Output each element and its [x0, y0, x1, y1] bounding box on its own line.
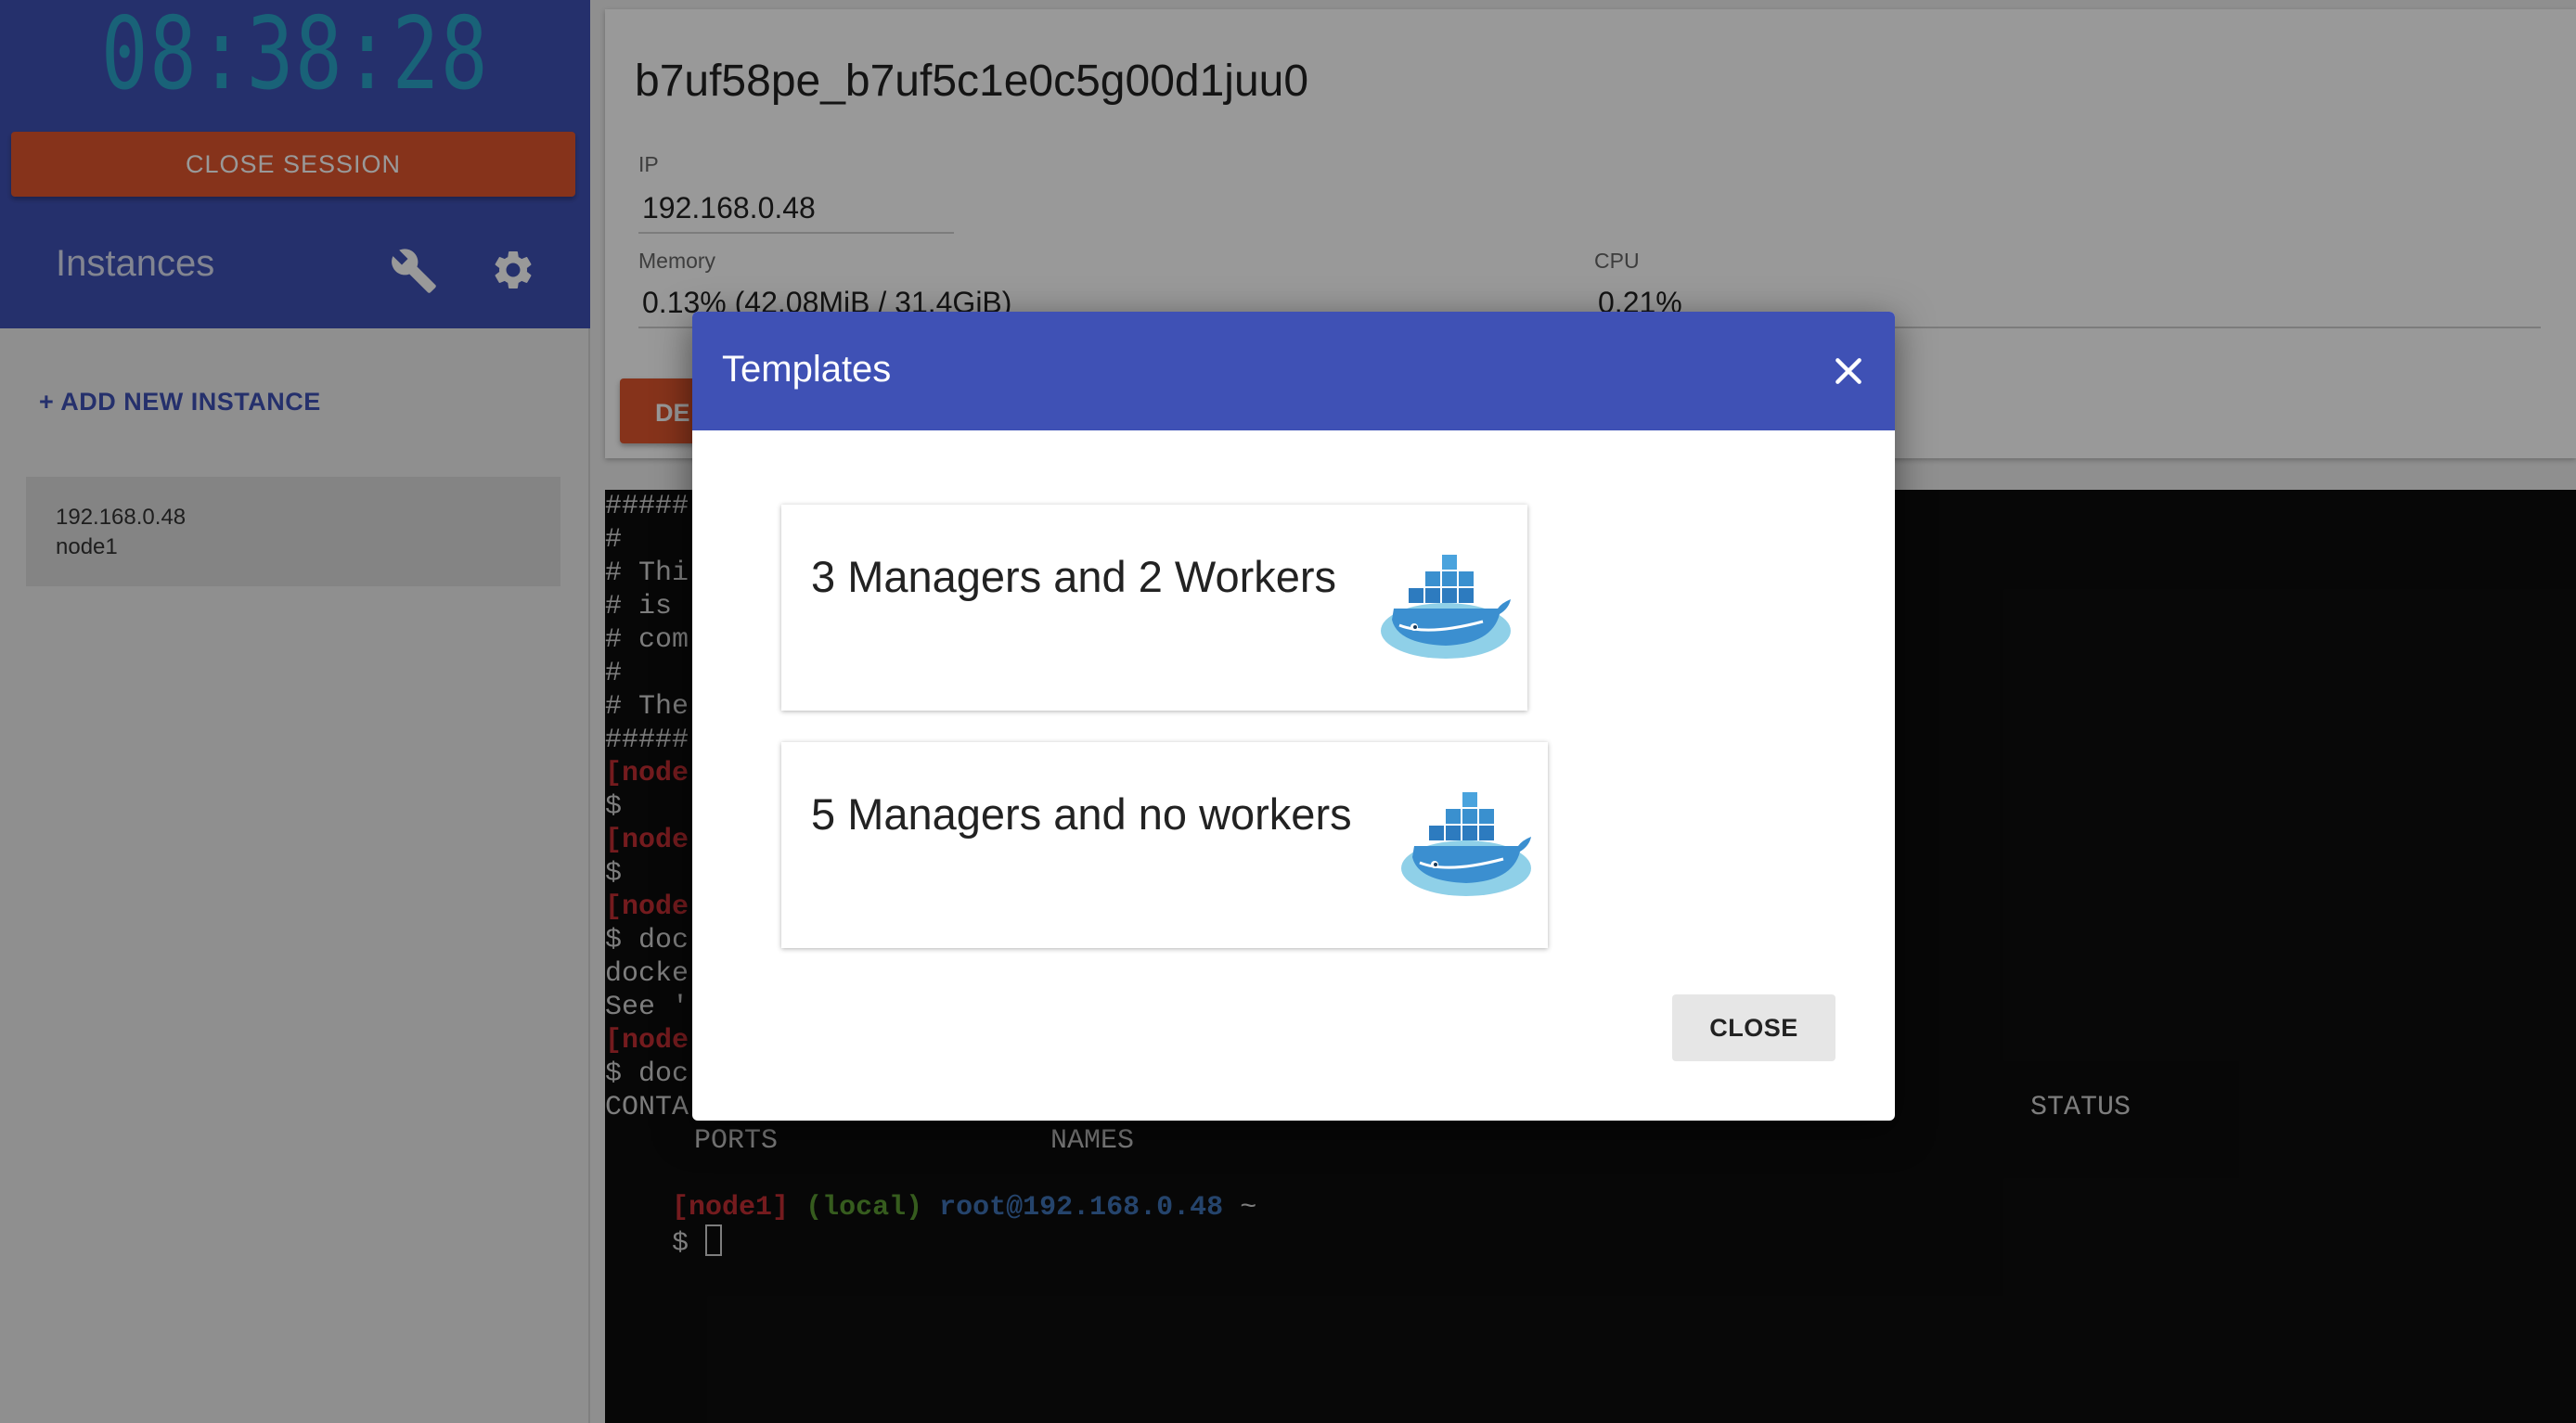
docker-logo-icon: [1401, 792, 1531, 896]
docker-logo-icon: [1381, 555, 1511, 659]
templates-dialog: Templates 3 Managers and 2 Workers 5 Man…: [692, 312, 1895, 1121]
template-option-5m0w[interactable]: 5 Managers and no workers: [781, 742, 1548, 948]
template-label: 5 Managers and no workers: [811, 789, 1352, 839]
template-option-3m2w[interactable]: 3 Managers and 2 Workers: [781, 505, 1527, 711]
close-icon[interactable]: [1830, 353, 1867, 390]
dialog-title: Templates: [722, 349, 892, 390]
template-label: 3 Managers and 2 Workers: [811, 552, 1337, 601]
close-button[interactable]: CLOSE: [1672, 994, 1835, 1061]
dialog-header: Templates: [692, 312, 1895, 430]
